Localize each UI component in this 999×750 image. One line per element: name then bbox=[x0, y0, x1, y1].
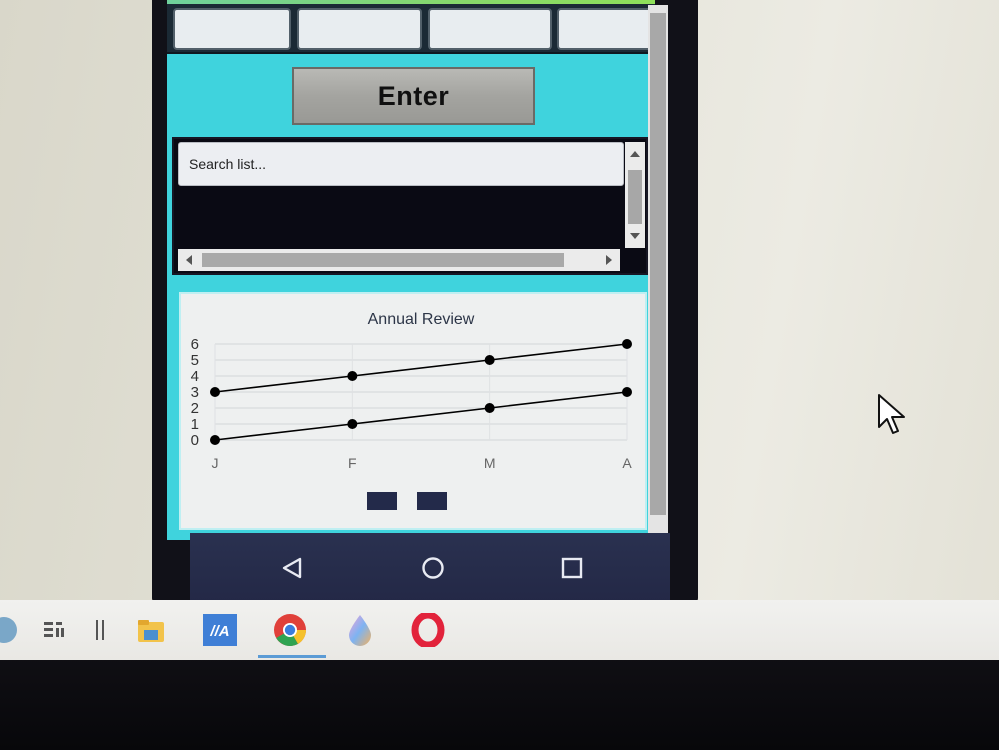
search-orb-icon[interactable] bbox=[0, 612, 22, 648]
recents-icon[interactable] bbox=[555, 551, 589, 585]
android-navbar bbox=[190, 533, 670, 603]
legend-swatch bbox=[367, 492, 397, 510]
divider-icon bbox=[82, 612, 118, 648]
y-tick-label: 5 bbox=[191, 352, 199, 369]
opera-icon[interactable] bbox=[410, 612, 446, 648]
app-ma-label: //A bbox=[209, 623, 229, 640]
y-tick-label: 3 bbox=[191, 384, 199, 401]
app-screen: Enter Annual Review 0123456 J F M A bbox=[167, 0, 655, 540]
enter-button[interactable]: Enter bbox=[292, 67, 535, 125]
data-point bbox=[347, 371, 358, 381]
tab-4[interactable] bbox=[557, 8, 655, 50]
back-icon[interactable] bbox=[275, 551, 309, 585]
list-horizontal-scrollbar[interactable] bbox=[178, 249, 620, 271]
scroll-right-icon[interactable] bbox=[606, 255, 612, 265]
chart-card: Annual Review 0123456 J F M A bbox=[179, 292, 647, 530]
home-icon[interactable] bbox=[416, 551, 450, 585]
series-line bbox=[214, 391, 628, 441]
line-chart: Annual Review 0123456 J F M A bbox=[191, 311, 632, 510]
app-vertical-scrollbar[interactable] bbox=[648, 5, 668, 533]
y-tick-label: 6 bbox=[191, 336, 199, 353]
y-tick-label: 2 bbox=[191, 400, 199, 417]
tab-1[interactable] bbox=[173, 8, 291, 50]
data-point bbox=[622, 339, 632, 349]
y-tick-label: 0 bbox=[191, 432, 199, 449]
tab-3[interactable] bbox=[428, 8, 552, 50]
chart-title: Annual Review bbox=[368, 311, 475, 328]
windows-taskbar: //A bbox=[0, 600, 999, 660]
paint-drop-icon[interactable] bbox=[342, 612, 378, 648]
data-point bbox=[210, 435, 220, 445]
list-vertical-scrollbar[interactable] bbox=[625, 142, 645, 248]
mouse-cursor-icon bbox=[876, 393, 908, 440]
data-point bbox=[484, 403, 495, 413]
scroll-up-icon[interactable] bbox=[630, 151, 640, 157]
task-view-icon[interactable] bbox=[36, 612, 72, 648]
search-list-box bbox=[172, 137, 648, 275]
search-input[interactable] bbox=[178, 142, 624, 186]
list-vertical-thumb[interactable] bbox=[628, 170, 642, 224]
tab-row bbox=[167, 4, 655, 54]
x-tick-label: A bbox=[622, 455, 632, 471]
tab-2[interactable] bbox=[297, 8, 422, 50]
file-explorer-icon[interactable] bbox=[133, 612, 169, 648]
list-horizontal-thumb[interactable] bbox=[202, 253, 564, 267]
app-ma-icon[interactable]: //A bbox=[202, 612, 238, 648]
monitor-bezel bbox=[0, 645, 999, 750]
y-tick-label: 1 bbox=[191, 416, 199, 433]
x-tick-label: M bbox=[484, 455, 496, 471]
data-point bbox=[484, 355, 495, 365]
legend-swatch bbox=[417, 492, 447, 510]
data-point bbox=[622, 387, 632, 397]
active-app-indicator bbox=[258, 655, 326, 658]
scroll-left-icon[interactable] bbox=[186, 255, 192, 265]
app-vertical-thumb[interactable] bbox=[650, 13, 666, 515]
data-point bbox=[347, 419, 358, 429]
chrome-icon[interactable] bbox=[272, 612, 308, 648]
y-tick-label: 4 bbox=[191, 368, 199, 385]
data-point bbox=[210, 387, 220, 397]
scroll-down-icon[interactable] bbox=[630, 233, 640, 239]
x-tick-label: J bbox=[212, 455, 219, 471]
series-line bbox=[214, 343, 628, 393]
x-tick-label: F bbox=[348, 455, 357, 471]
